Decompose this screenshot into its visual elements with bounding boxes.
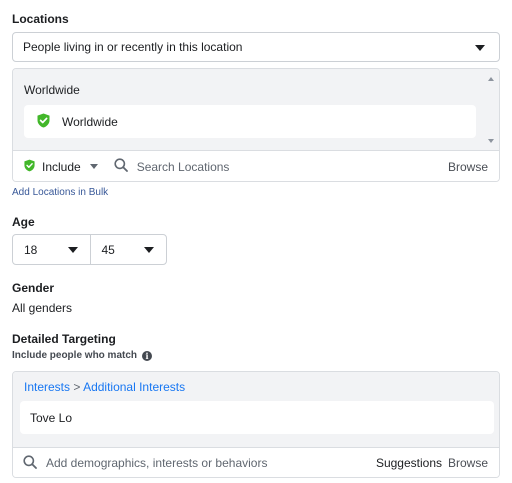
breadcrumb: Interests > Additional Interests: [24, 380, 185, 394]
location-group-title: Worldwide: [24, 83, 80, 97]
location-search-input[interactable]: [136, 159, 417, 174]
age-title: Age: [12, 215, 35, 229]
locations-box: Worldwide Worldwide Include Search Locat…: [12, 68, 500, 182]
check-shield-icon: [37, 113, 50, 131]
breadcrumb-interests[interactable]: Interests: [24, 380, 70, 394]
selected-location-item[interactable]: Worldwide: [24, 105, 476, 138]
breadcrumb-additional-interests[interactable]: Additional Interests: [83, 380, 185, 394]
location-type-value: People living in or recently in this loc…: [23, 40, 243, 54]
chevron-down-icon: [475, 45, 485, 51]
include-people-label: Include people who match i: [12, 350, 153, 361]
location-search-bar: Include Browse: [13, 150, 499, 181]
detailed-targeting-title: Detailed Targeting: [12, 332, 116, 346]
detailed-targeting-box: Interests > Additional Interests Tove Lo…: [12, 371, 500, 478]
info-icon[interactable]: i: [142, 350, 153, 361]
interest-item[interactable]: Tove Lo: [20, 401, 494, 434]
targeting-browse-button[interactable]: Browse: [448, 456, 488, 470]
breadcrumb-separator: >: [73, 380, 81, 394]
search-icon: [23, 454, 37, 472]
scroll-down-arrow[interactable]: [488, 139, 494, 143]
chevron-down-icon: [67, 247, 78, 253]
age-min-select[interactable]: 18: [13, 235, 90, 264]
targeting-list: Interests > Additional Interests Tove Lo: [13, 372, 499, 447]
chevron-down-icon: [144, 247, 154, 253]
include-label: Include: [42, 159, 81, 174]
age-max-value: 45: [101, 242, 115, 257]
chevron-down-icon: [89, 164, 98, 169]
include-shield-icon: [24, 159, 35, 175]
add-locations-bulk-link[interactable]: Add Locations in Bulk: [12, 187, 108, 198]
selected-locations-list: Worldwide Worldwide: [13, 69, 499, 150]
selected-location-label: Worldwide: [62, 114, 118, 129]
location-type-select[interactable]: People living in or recently in this loc…: [12, 32, 500, 62]
location-browse-button[interactable]: Browse: [448, 160, 488, 174]
scroll-up-arrow[interactable]: [488, 77, 494, 81]
age-min-value: 18: [24, 242, 38, 257]
include-dropdown[interactable]: Include: [24, 159, 98, 175]
search-icon: [114, 158, 128, 175]
age-range: 18 45: [12, 234, 167, 265]
gender-title: Gender: [12, 281, 55, 295]
include-people-text: Include people who match: [12, 350, 138, 361]
suggestions-button[interactable]: Suggestions: [376, 456, 442, 470]
targeting-search-bar: Suggestions Browse: [13, 447, 499, 477]
locations-title: Locations: [12, 12, 69, 26]
interest-label: Tove Lo: [30, 410, 73, 425]
targeting-search-input[interactable]: [46, 456, 346, 470]
gender-value[interactable]: All genders: [12, 301, 72, 315]
age-max-select[interactable]: 45: [89, 235, 167, 264]
